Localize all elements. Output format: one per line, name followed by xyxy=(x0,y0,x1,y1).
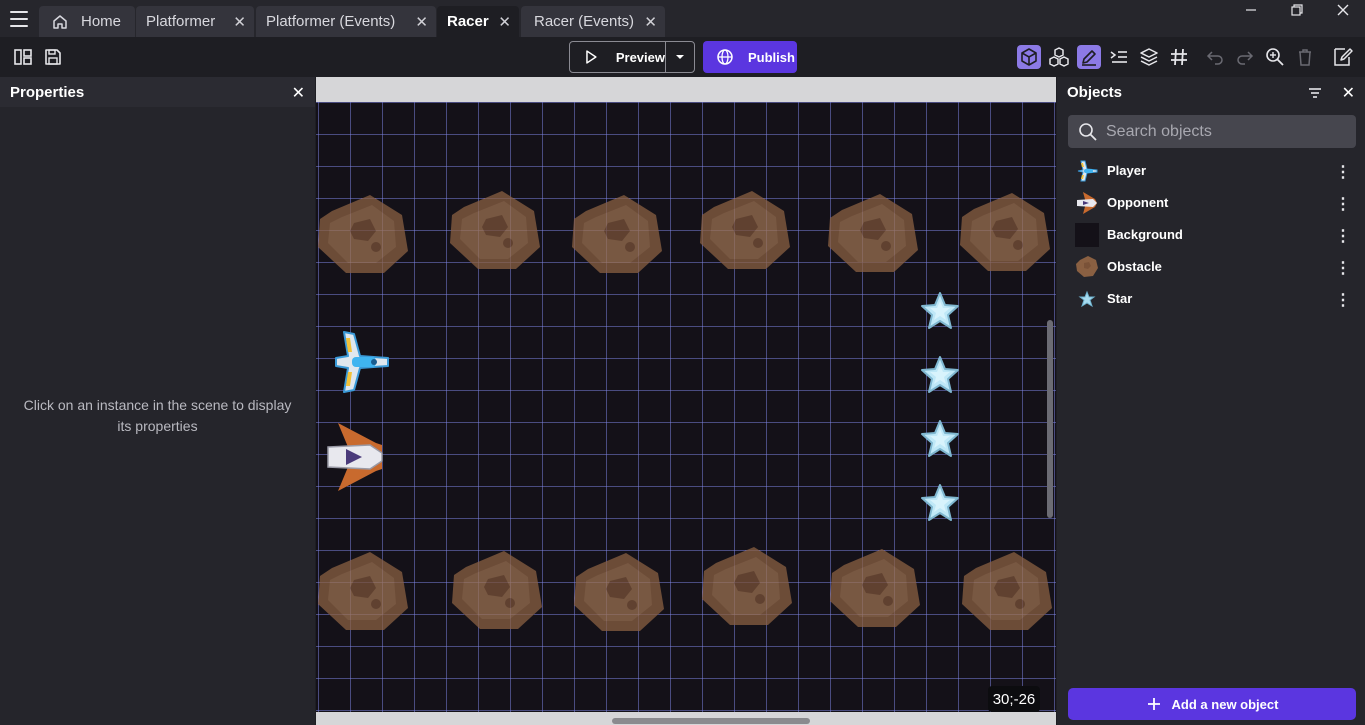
search-icon xyxy=(1079,122,1097,141)
home-icon xyxy=(53,14,67,29)
vertical-scrollbar[interactable] xyxy=(1047,320,1053,518)
grid-icon[interactable] xyxy=(1167,45,1191,69)
tab-home[interactable]: Home xyxy=(39,6,135,37)
list-item[interactable]: Player ⋮ xyxy=(1057,155,1365,187)
list-item[interactable]: Obstacle ⋮ xyxy=(1057,251,1365,283)
tab-racer-events[interactable]: Racer (Events) ✕ xyxy=(521,6,665,37)
more-options-icon[interactable]: ⋮ xyxy=(1335,258,1351,278)
more-options-icon[interactable]: ⋮ xyxy=(1335,162,1351,182)
redo-icon[interactable] xyxy=(1233,45,1257,69)
cursor-coordinates: 30;-26 xyxy=(988,686,1040,712)
object-name: Opponent xyxy=(1107,195,1169,210)
add-object-label: Add a new object xyxy=(1171,696,1279,712)
edit-scene-icon[interactable] xyxy=(1331,45,1355,69)
object-groups-icon[interactable] xyxy=(1047,45,1071,69)
close-icon[interactable]: ✕ xyxy=(233,13,246,31)
publish-label: Publish xyxy=(748,49,795,65)
objects-panel: Objects ✕ Player ⋮ Opponent ⋮ Background… xyxy=(1057,77,1365,725)
object-name: Background xyxy=(1107,227,1183,242)
save-icon[interactable] xyxy=(41,45,65,69)
filter-icon[interactable] xyxy=(1307,85,1323,101)
instances-list-icon[interactable] xyxy=(1107,45,1131,69)
main-menu-icon[interactable] xyxy=(8,9,30,29)
plus-icon xyxy=(1147,698,1160,710)
top-ruler xyxy=(316,77,1056,102)
zoom-icon[interactable] xyxy=(1263,45,1287,69)
properties-header: Properties ✕ xyxy=(0,77,315,107)
tab-label: Platformer xyxy=(146,13,216,30)
tab-label: Platformer (Events) xyxy=(266,13,396,30)
tab-label: Racer xyxy=(447,13,489,30)
delete-icon[interactable] xyxy=(1293,45,1317,69)
close-icon[interactable]: ✕ xyxy=(415,13,428,31)
preview-button[interactable]: Preview xyxy=(569,41,666,73)
tab-platformer-events[interactable]: Platformer (Events) ✕ xyxy=(256,6,436,37)
undo-icon[interactable] xyxy=(1203,45,1227,69)
close-icon[interactable]: ✕ xyxy=(644,13,657,31)
objects-header: Objects ✕ xyxy=(1057,77,1365,107)
more-options-icon[interactable]: ⋮ xyxy=(1335,194,1351,214)
search-input[interactable] xyxy=(1106,122,1346,141)
tab-platformer[interactable]: Platformer ✕ xyxy=(136,6,254,37)
opponent-ship-icon xyxy=(1077,192,1097,214)
asteroid-icon xyxy=(1076,256,1098,277)
tab-racer[interactable]: Racer ✕ xyxy=(437,6,519,37)
scene-grid xyxy=(316,102,1056,712)
toggle-panels-icon[interactable] xyxy=(11,45,35,69)
properties-panel: Properties ✕ Click on an instance in the… xyxy=(0,77,315,725)
object-name: Obstacle xyxy=(1107,259,1162,274)
star-icon xyxy=(1078,290,1096,308)
list-item[interactable]: Opponent ⋮ xyxy=(1057,187,1365,219)
restore-icon[interactable] xyxy=(1285,3,1309,23)
empty-properties-message: Click on an instance in the scene to dis… xyxy=(23,397,292,434)
add-object-button[interactable]: Add a new object xyxy=(1068,688,1356,720)
more-options-icon[interactable]: ⋮ xyxy=(1335,226,1351,246)
close-icon[interactable]: ✕ xyxy=(498,13,511,31)
object-name: Star xyxy=(1107,291,1133,306)
object-list: Player ⋮ Opponent ⋮ Background ⋮ Obstacl… xyxy=(1057,155,1365,315)
horizontal-scrollbar[interactable] xyxy=(612,718,810,724)
minimize-icon[interactable] xyxy=(1239,3,1263,23)
tab-label: Home xyxy=(81,13,122,30)
window-close-icon[interactable] xyxy=(1331,3,1355,23)
object-name: Player xyxy=(1107,163,1147,178)
globe-icon xyxy=(717,49,733,65)
panel-title: Objects xyxy=(1067,83,1123,101)
list-item[interactable]: Background ⋮ xyxy=(1057,219,1365,251)
search-field[interactable] xyxy=(1068,115,1356,148)
tab-label: Racer (Events) xyxy=(534,13,635,30)
spaceship-icon xyxy=(1077,160,1098,182)
close-icon[interactable]: ✕ xyxy=(292,83,305,103)
preview-label: Preview xyxy=(615,49,665,65)
play-icon xyxy=(586,50,597,64)
background-swatch-icon xyxy=(1075,223,1099,247)
more-options-icon[interactable]: ⋮ xyxy=(1335,290,1351,310)
publish-button[interactable]: Publish xyxy=(703,41,797,73)
layers-icon[interactable] xyxy=(1137,45,1161,69)
scene-canvas[interactable]: 30;-26 xyxy=(316,77,1056,725)
preview-options-dropdown[interactable] xyxy=(665,41,695,73)
panel-title: Properties xyxy=(10,83,85,101)
edit-properties-icon[interactable] xyxy=(1077,45,1101,69)
title-bar: Home Platformer ✕ Platformer (Events) ✕ … xyxy=(0,0,1365,37)
list-item[interactable]: Star ⋮ xyxy=(1057,283,1365,315)
chevron-down-icon xyxy=(676,55,684,59)
objects-panel-icon[interactable] xyxy=(1017,45,1041,69)
close-icon[interactable]: ✕ xyxy=(1342,83,1355,103)
toolbar: Preview Publish xyxy=(0,37,1365,77)
